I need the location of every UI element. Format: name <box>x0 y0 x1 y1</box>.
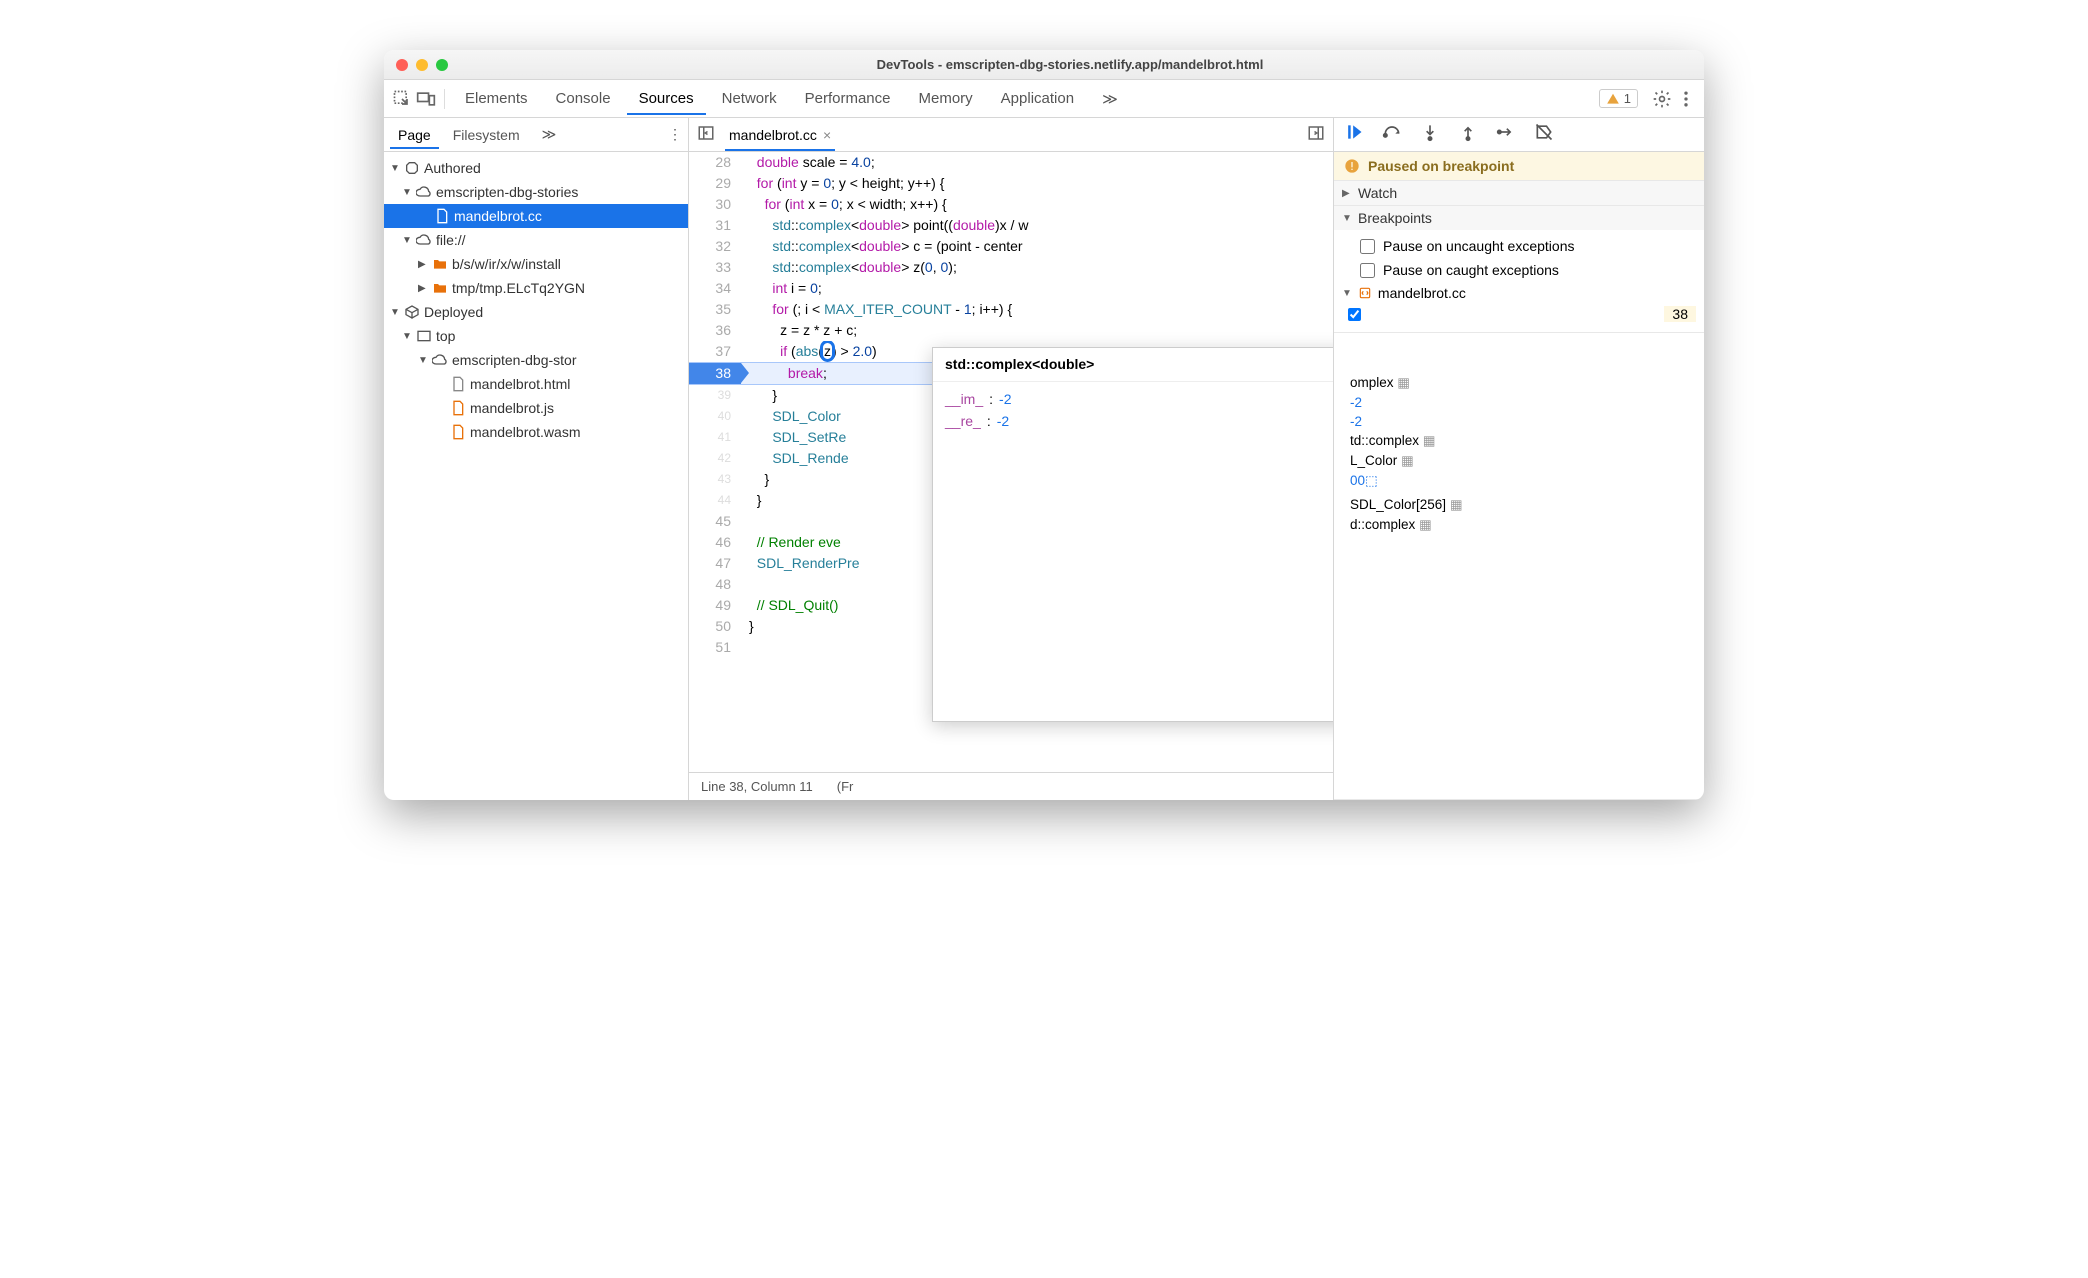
breakpoints-section: ▼Breakpoints Pause on uncaught exception… <box>1334 206 1704 333</box>
breakpoints-header[interactable]: ▼Breakpoints <box>1334 206 1704 230</box>
tree-file-scheme[interactable]: ▼file:// <box>384 228 688 252</box>
devtools-top-tabs: Elements Console Sources Network Perform… <box>384 80 1704 118</box>
navigator-pane: Page Filesystem ≫ ⋮ ▼Authored ▼emscripte… <box>384 118 689 800</box>
toggle-debugger-icon[interactable] <box>1307 124 1325 145</box>
hover-popup: std::complex<double> __im_: -2__re_: -2 <box>932 347 1333 722</box>
deactivate-breakpoints-button[interactable] <box>1534 122 1554 147</box>
subtabs-more-icon[interactable]: ⋮ <box>668 126 682 143</box>
editor-pane: mandelbrot.cc× 28 double scale = 4.0;29 … <box>689 118 1334 800</box>
subtab-filesystem[interactable]: Filesystem <box>445 121 528 149</box>
settings-icon[interactable] <box>1652 89 1672 109</box>
step-over-button[interactable] <box>1382 122 1402 147</box>
status-extra: (Fr <box>837 779 854 794</box>
editor-tab-mandelbrot[interactable]: mandelbrot.cc× <box>725 118 835 151</box>
popup-title: std::complex<double> <box>933 348 1333 382</box>
main-panes: Page Filesystem ≫ ⋮ ▼Authored ▼emscripte… <box>384 118 1704 800</box>
debugger-pane: Paused on breakpoint ▶Watch ▼Breakpoints… <box>1334 118 1704 800</box>
resume-button[interactable] <box>1344 122 1364 147</box>
step-out-button[interactable] <box>1458 122 1478 147</box>
tab-network[interactable]: Network <box>710 82 789 115</box>
tab-console[interactable]: Console <box>544 82 623 115</box>
window-controls <box>396 59 448 71</box>
tree-project[interactable]: ▼emscripten-dbg-stories <box>384 180 688 204</box>
editor-statusbar: Line 38, Column 11 (Fr <box>689 772 1333 800</box>
scope-section: omplex ▦-2-2td::complex ▦L_Color ▦00⬚SDL… <box>1334 333 1704 800</box>
tree-file-html[interactable]: mandelbrot.html <box>384 372 688 396</box>
toggle-navigator-icon[interactable] <box>697 124 715 145</box>
minimize-icon[interactable] <box>416 59 428 71</box>
tree-folder-1[interactable]: ▶b/s/w/ir/x/w/install <box>384 252 688 276</box>
editor-tabs: mandelbrot.cc× <box>689 118 1333 152</box>
tree-authored[interactable]: ▼Authored <box>384 156 688 180</box>
file-tree[interactable]: ▼Authored ▼emscripten-dbg-stories mandel… <box>384 152 688 448</box>
tree-deployed[interactable]: ▼Deployed <box>384 300 688 324</box>
maximize-icon[interactable] <box>436 59 448 71</box>
tab-performance[interactable]: Performance <box>793 82 903 115</box>
breakpoint-line[interactable]: 38 <box>1348 304 1696 324</box>
inspect-icon[interactable] <box>392 89 412 109</box>
pause-caught-checkbox[interactable]: Pause on caught exceptions <box>1342 258 1696 282</box>
step-into-button[interactable] <box>1420 122 1440 147</box>
tab-application[interactable]: Application <box>989 82 1086 115</box>
tab-elements[interactable]: Elements <box>453 82 540 115</box>
more-icon[interactable] <box>1676 89 1696 109</box>
tab-memory[interactable]: Memory <box>907 82 985 115</box>
device-icon[interactable] <box>416 89 436 109</box>
close-tab-icon[interactable]: × <box>823 127 831 143</box>
window-title: DevTools - emscripten-dbg-stories.netlif… <box>448 57 1692 72</box>
breakpoint-file[interactable]: ▼mandelbrot.cc <box>1342 282 1696 304</box>
code-editor[interactable]: 28 double scale = 4.0;29 for (int y = 0;… <box>689 152 1333 772</box>
tabs-overflow[interactable]: ≫ <box>1090 82 1130 116</box>
step-button[interactable] <box>1496 122 1516 147</box>
tree-file-wasm[interactable]: mandelbrot.wasm <box>384 420 688 444</box>
devtools-window: DevTools - emscripten-dbg-stories.netlif… <box>384 50 1704 800</box>
navigator-subtabs: Page Filesystem ≫ ⋮ <box>384 118 688 152</box>
pause-uncaught-checkbox[interactable]: Pause on uncaught exceptions <box>1342 234 1696 258</box>
subtab-page[interactable]: Page <box>390 121 439 149</box>
tree-folder-2[interactable]: ▶tmp/tmp.ELcTq2YGN <box>384 276 688 300</box>
close-icon[interactable] <box>396 59 408 71</box>
tree-host[interactable]: ▼emscripten-dbg-stor <box>384 348 688 372</box>
tree-file-js[interactable]: mandelbrot.js <box>384 396 688 420</box>
titlebar: DevTools - emscripten-dbg-stories.netlif… <box>384 50 1704 80</box>
tree-file-mandelbrot-cc[interactable]: mandelbrot.cc <box>384 204 688 228</box>
watch-section[interactable]: ▶Watch <box>1334 181 1704 206</box>
paused-banner: Paused on breakpoint <box>1334 152 1704 181</box>
cursor-position: Line 38, Column 11 <box>701 779 813 794</box>
tree-top[interactable]: ▼top <box>384 324 688 348</box>
tab-sources[interactable]: Sources <box>627 82 706 115</box>
debugger-toolbar <box>1334 118 1704 152</box>
warnings-badge[interactable]: 1 <box>1599 89 1638 108</box>
subtabs-overflow[interactable]: ≫ <box>534 120 565 149</box>
